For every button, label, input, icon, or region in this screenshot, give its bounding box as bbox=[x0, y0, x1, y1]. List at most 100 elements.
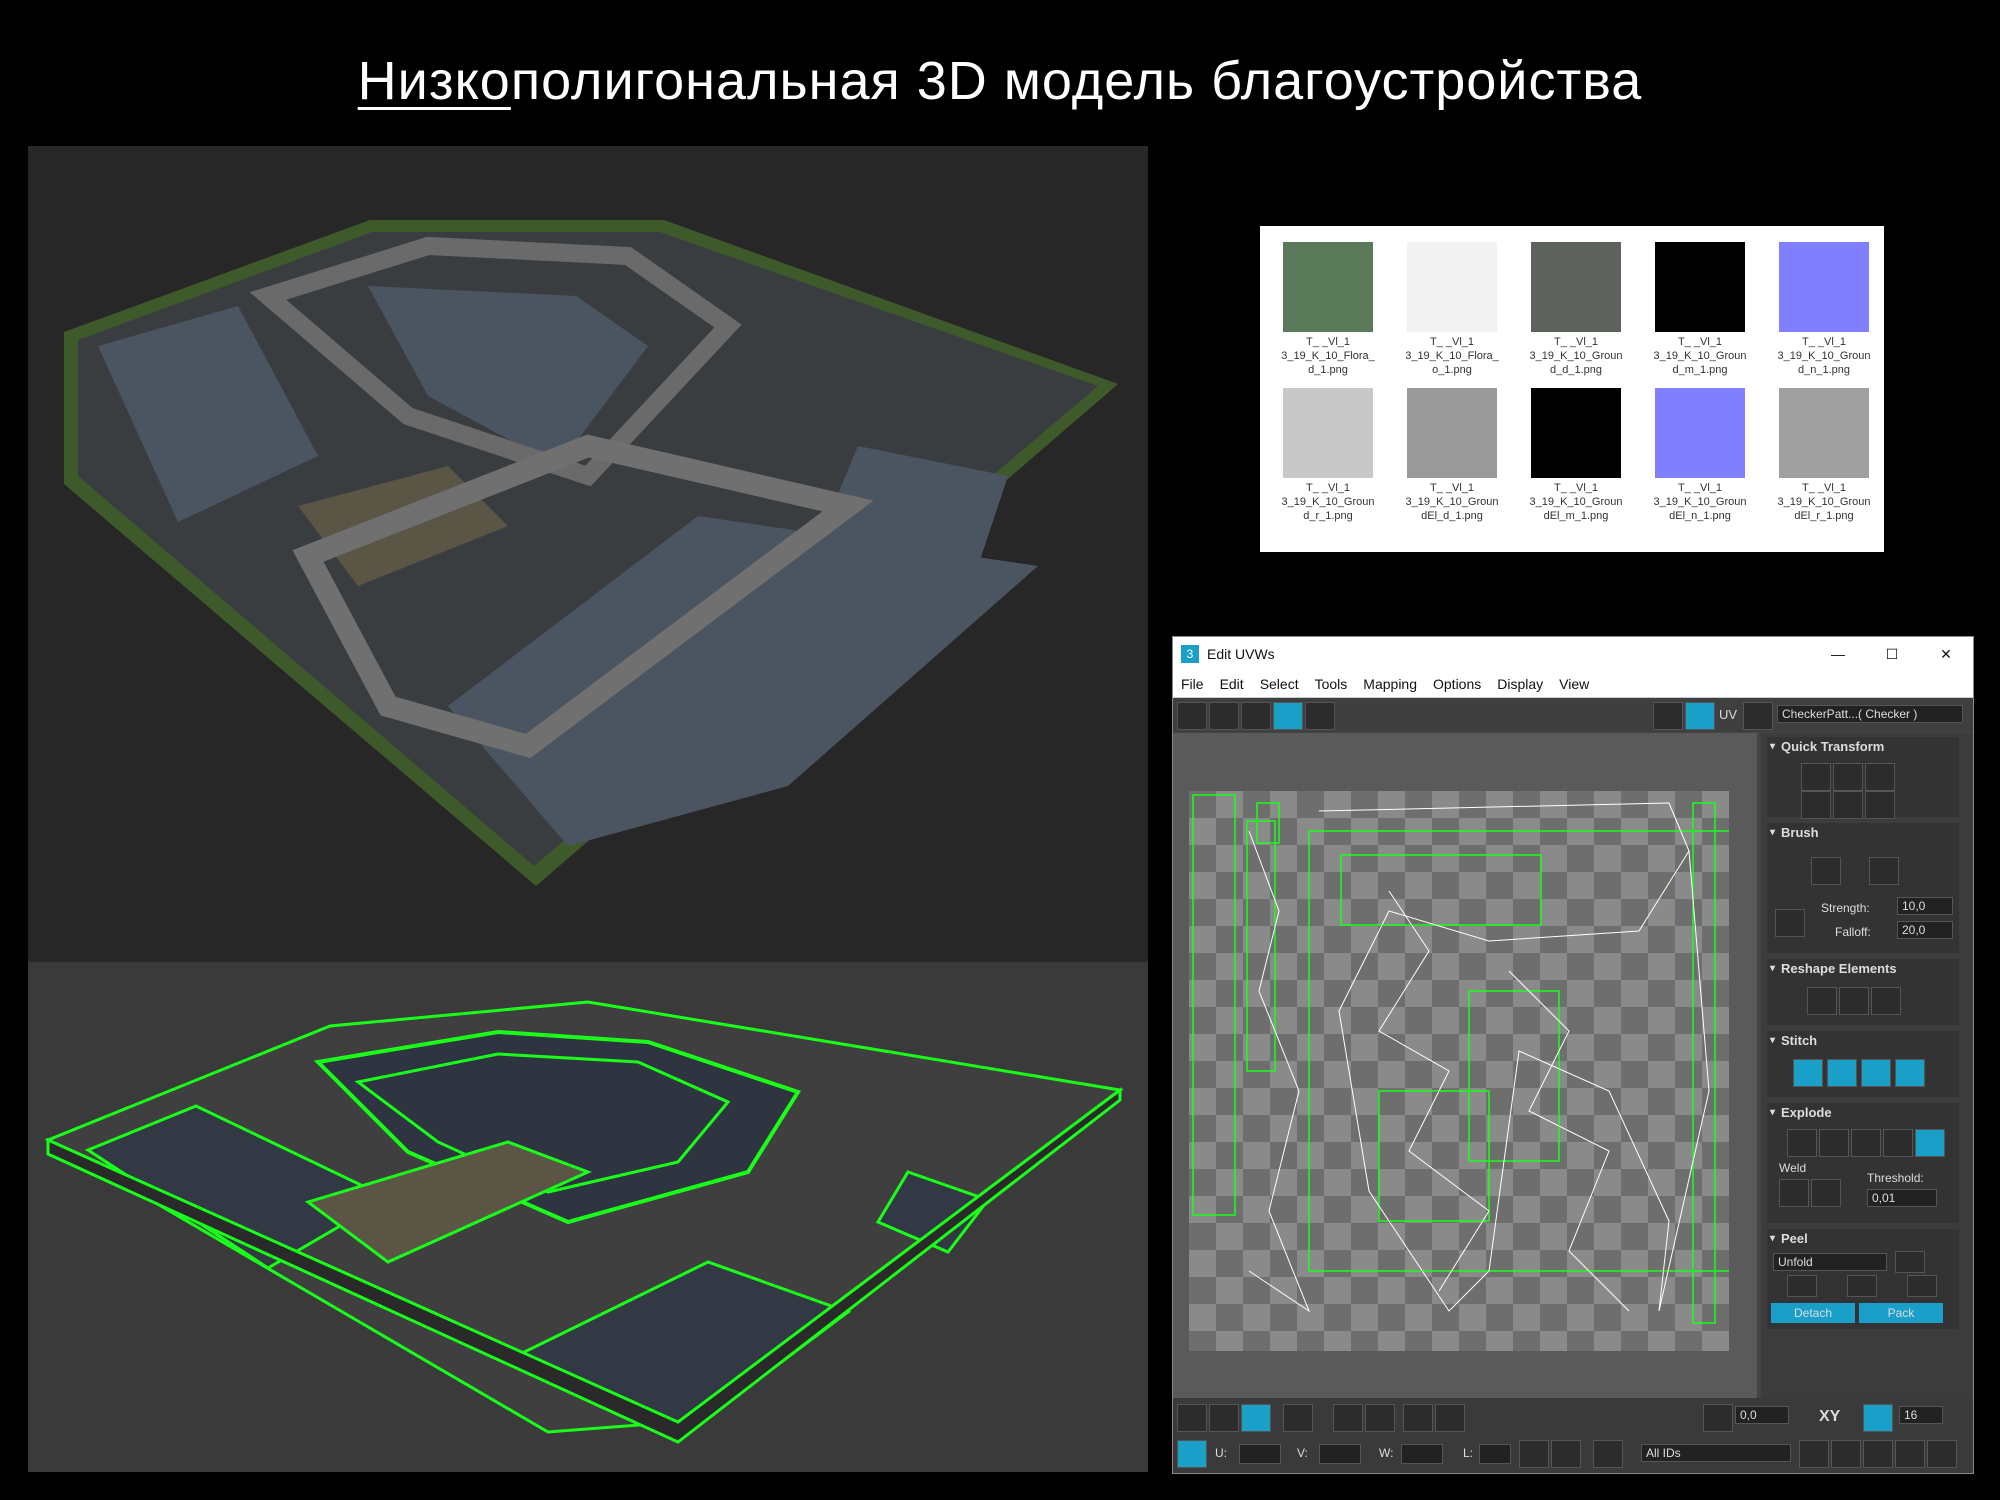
strength-field[interactable]: 10,0 bbox=[1897, 897, 1953, 915]
menu-view[interactable]: View bbox=[1559, 676, 1589, 692]
texture-dropdown[interactable]: CheckerPatt...( Checker ) bbox=[1777, 705, 1963, 723]
texture-thumbnail[interactable]: T_ _Vl_1 3_19_K_10_Groun dEl_m_1.png bbox=[1516, 388, 1636, 523]
paint-brush-icon[interactable] bbox=[1811, 857, 1841, 885]
menu-options[interactable]: Options bbox=[1433, 676, 1481, 692]
freeform-tool-icon[interactable] bbox=[1273, 702, 1303, 730]
pan-icon[interactable] bbox=[1799, 1440, 1829, 1468]
lock-icon[interactable] bbox=[1519, 1440, 1549, 1468]
map-options-icon[interactable] bbox=[1743, 702, 1773, 730]
angle-field[interactable]: 0,0 bbox=[1735, 1406, 1789, 1424]
peel-lscm-icon[interactable] bbox=[1907, 1275, 1937, 1297]
quick-transform-header[interactable]: Quick Transform bbox=[1767, 737, 1959, 757]
texture-thumbnail[interactable]: T_ _Vl_1 3_19_K_10_Groun dEl_d_1.png bbox=[1392, 388, 1512, 523]
menu-edit[interactable]: Edit bbox=[1220, 676, 1244, 692]
peel-settings-icon[interactable] bbox=[1895, 1251, 1925, 1273]
stitch-custom-icon[interactable] bbox=[1793, 1059, 1823, 1087]
stitch-header[interactable]: Stitch bbox=[1767, 1031, 1959, 1051]
stitch-source-icon[interactable] bbox=[1827, 1059, 1857, 1087]
stitch-average-icon[interactable] bbox=[1861, 1059, 1891, 1087]
grid-snap-icon[interactable] bbox=[1863, 1404, 1893, 1432]
hide-icon[interactable] bbox=[1551, 1440, 1581, 1468]
menu-file[interactable]: File bbox=[1181, 676, 1204, 692]
xy-toggle[interactable]: XY bbox=[1819, 1408, 1840, 1426]
unfold-dropdown[interactable]: Unfold bbox=[1773, 1253, 1887, 1271]
texture-thumbnail[interactable]: T_ _Vl_1 3_19_K_10_Groun dEl_r_1.png bbox=[1764, 388, 1884, 523]
minimize-button[interactable]: — bbox=[1811, 646, 1865, 662]
checker-toggle-icon[interactable] bbox=[1653, 702, 1683, 730]
rotate-tool-icon[interactable] bbox=[1209, 702, 1239, 730]
grow-selection-icon[interactable] bbox=[1333, 1404, 1363, 1432]
menu-tools[interactable]: Tools bbox=[1315, 676, 1348, 692]
l-field[interactable] bbox=[1479, 1444, 1511, 1464]
maximize-button[interactable]: ☐ bbox=[1865, 646, 1919, 663]
transform-type-icon[interactable] bbox=[1177, 1440, 1207, 1468]
zoom-extents-icon[interactable] bbox=[1895, 1440, 1925, 1468]
texture-thumbnail[interactable]: T_ _Vl_1 3_19_K_10_Groun d_n_1.png bbox=[1764, 242, 1884, 377]
move-tool-icon[interactable] bbox=[1177, 702, 1207, 730]
threshold-field[interactable]: 0,01 bbox=[1867, 1189, 1937, 1207]
freeze-icon[interactable] bbox=[1593, 1440, 1623, 1468]
snap-toggle-icon[interactable] bbox=[1927, 1440, 1957, 1468]
zoom-region-icon[interactable] bbox=[1863, 1440, 1893, 1468]
align-v-icon[interactable] bbox=[1833, 763, 1863, 791]
u-field[interactable] bbox=[1239, 1444, 1281, 1464]
uv-editor-canvas[interactable] bbox=[1173, 733, 1757, 1398]
flatten-by-icon[interactable] bbox=[1851, 1129, 1881, 1157]
align-h-icon[interactable] bbox=[1801, 763, 1831, 791]
peel-quick-icon[interactable] bbox=[1787, 1275, 1817, 1297]
relax-icon[interactable] bbox=[1839, 987, 1869, 1015]
loop-icon[interactable] bbox=[1403, 1404, 1433, 1432]
menu-select[interactable]: Select bbox=[1260, 676, 1299, 692]
ring-icon[interactable] bbox=[1435, 1404, 1465, 1432]
viewport-wireframe[interactable] bbox=[28, 962, 1148, 1472]
edit-uvws-window[interactable]: 3 Edit UVWs — ☐ ✕ File Edit Select Tools… bbox=[1172, 636, 1974, 1474]
brush-header[interactable]: Brush bbox=[1767, 823, 1959, 843]
detach-button[interactable]: Detach bbox=[1771, 1303, 1855, 1323]
texture-thumbnail[interactable]: T_ _Vl_1 3_19_K_10_Flora_ d_1.png bbox=[1268, 242, 1388, 377]
menu-mapping[interactable]: Mapping bbox=[1363, 676, 1417, 692]
peel-header[interactable]: Peel bbox=[1767, 1229, 1959, 1249]
stitch-target-icon[interactable] bbox=[1895, 1059, 1925, 1087]
rotate-ccw-icon[interactable] bbox=[1865, 763, 1895, 791]
space-icon[interactable] bbox=[1833, 791, 1863, 819]
mirror-tool-icon[interactable] bbox=[1305, 702, 1335, 730]
material-id-icon[interactable] bbox=[1915, 1129, 1945, 1157]
select-vertex-icon[interactable] bbox=[1177, 1404, 1207, 1432]
viewport-textured[interactable]: Y X Z bbox=[28, 146, 1148, 962]
break-icon[interactable] bbox=[1787, 1129, 1817, 1157]
ids-dropdown[interactable]: All IDs bbox=[1641, 1444, 1791, 1462]
weld-selected-icon[interactable] bbox=[1779, 1179, 1809, 1207]
grid-size-field[interactable]: 16 bbox=[1899, 1406, 1943, 1424]
w-field[interactable] bbox=[1401, 1444, 1443, 1464]
v-field[interactable] bbox=[1319, 1444, 1361, 1464]
scale-tool-icon[interactable] bbox=[1241, 702, 1271, 730]
reshape-header[interactable]: Reshape Elements bbox=[1767, 959, 1959, 979]
snap-angle-icon[interactable] bbox=[1703, 1404, 1733, 1432]
shrink-selection-icon[interactable] bbox=[1365, 1404, 1395, 1432]
close-button[interactable]: ✕ bbox=[1919, 646, 1973, 663]
zoom-icon[interactable] bbox=[1831, 1440, 1861, 1468]
flatten-icon[interactable] bbox=[1871, 987, 1901, 1015]
align-center-icon[interactable] bbox=[1801, 791, 1831, 819]
texture-thumbnail[interactable]: T_ _Vl_1 3_19_K_10_Groun d_r_1.png bbox=[1268, 388, 1388, 523]
detach-edge-icon[interactable] bbox=[1819, 1129, 1849, 1157]
weld-target-icon[interactable] bbox=[1811, 1179, 1841, 1207]
brush-line-icon[interactable] bbox=[1775, 909, 1805, 937]
straighten-icon[interactable] bbox=[1807, 987, 1837, 1015]
peel-reset-icon[interactable] bbox=[1847, 1275, 1877, 1297]
texture-thumbnail[interactable]: T_ _Vl_1 3_19_K_10_Groun d_d_1.png bbox=[1516, 242, 1636, 377]
smoothing-group-icon[interactable] bbox=[1883, 1129, 1913, 1157]
select-element-icon[interactable] bbox=[1283, 1404, 1313, 1432]
rotate-cw-icon[interactable] bbox=[1865, 791, 1895, 819]
relax-brush-icon[interactable] bbox=[1869, 857, 1899, 885]
show-map-icon[interactable] bbox=[1685, 702, 1715, 730]
texture-thumbnail[interactable]: T_ _Vl_1 3_19_K_10_Groun d_m_1.png bbox=[1640, 242, 1760, 377]
menu-display[interactable]: Display bbox=[1497, 676, 1543, 692]
pack-button[interactable]: Pack bbox=[1859, 1303, 1943, 1323]
texture-thumbnail[interactable]: T_ _Vl_1 3_19_K_10_Flora_ o_1.png bbox=[1392, 242, 1512, 377]
texture-thumbnail[interactable]: T_ _Vl_1 3_19_K_10_Groun dEl_n_1.png bbox=[1640, 388, 1760, 523]
falloff-field[interactable]: 20,0 bbox=[1897, 921, 1953, 939]
select-edge-icon[interactable] bbox=[1209, 1404, 1239, 1432]
explode-header[interactable]: Explode bbox=[1767, 1103, 1959, 1123]
select-face-icon[interactable] bbox=[1241, 1404, 1271, 1432]
